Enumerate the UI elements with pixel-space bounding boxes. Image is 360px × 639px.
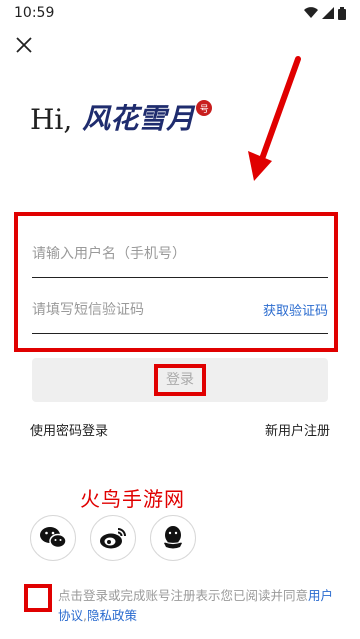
qq-icon — [164, 526, 182, 549]
status-icons — [304, 6, 346, 20]
weibo-icon — [100, 528, 126, 549]
privacy-policy-link[interactable]: 隐私政策 — [87, 608, 137, 623]
wechat-login-button[interactable] — [30, 515, 76, 561]
alt-login-links: 使用密码登录 新用户注册 — [30, 420, 330, 439]
signal-icon — [322, 7, 334, 19]
agreement-statement: 点击登录或完成账号注册表示您已阅读并同意 — [58, 588, 309, 603]
login-form: 获取验证码 — [14, 212, 338, 352]
agreement-text: 点击登录或完成账号注册表示您已阅读并同意用户协议,隐私政策 — [58, 586, 340, 626]
logo-greeting: Hi, — [30, 103, 73, 136]
app-logo: Hi, 风花雪月 号 — [30, 100, 213, 136]
username-input[interactable] — [32, 245, 328, 262]
login-button-label: 登录 — [154, 364, 206, 396]
code-field: 获取验证码 — [32, 286, 328, 334]
status-bar: 10:59 — [0, 0, 360, 26]
login-button[interactable]: 登录 — [32, 358, 328, 402]
wifi-icon — [304, 7, 318, 19]
close-icon — [16, 37, 32, 53]
username-field — [32, 230, 328, 278]
battery-icon — [338, 6, 346, 20]
logo-brand: 风花雪月 — [82, 102, 195, 135]
password-login-link[interactable]: 使用密码登录 — [30, 420, 108, 439]
close-button[interactable] — [12, 33, 36, 57]
sms-code-input[interactable] — [32, 301, 232, 318]
get-code-button[interactable]: 获取验证码 — [263, 300, 328, 319]
register-link[interactable]: 新用户注册 — [265, 420, 330, 439]
wechat-icon — [40, 527, 67, 549]
social-login-row — [30, 515, 196, 561]
agreement-checkbox[interactable] — [24, 584, 52, 612]
status-time: 10:59 — [14, 5, 55, 21]
watermark: 火鸟手游网 — [80, 487, 185, 511]
logo-badge: 号 — [196, 100, 213, 116]
qq-login-button[interactable] — [150, 515, 196, 561]
weibo-login-button[interactable] — [90, 515, 136, 561]
annotation-arrow — [248, 56, 301, 181]
